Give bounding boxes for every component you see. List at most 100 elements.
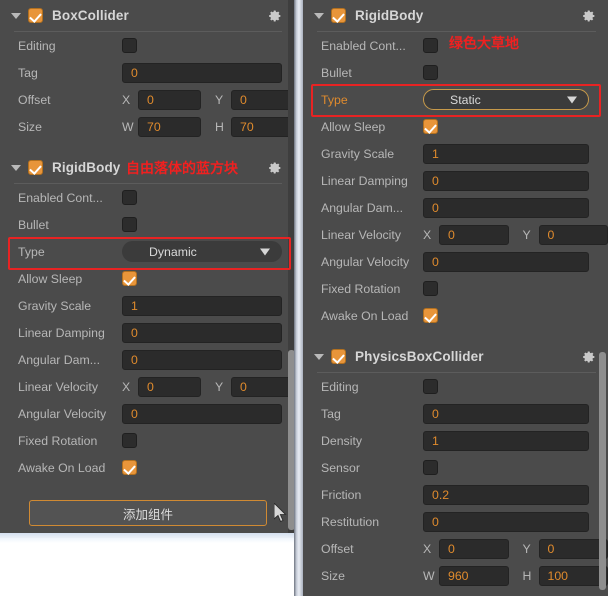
linear-velocity-x-input[interactable]: 0: [439, 224, 509, 245]
component-physicsboxcollider: PhysicsBoxCollider Editing Tag 0 Density…: [303, 341, 608, 589]
gear-icon[interactable]: [269, 9, 282, 22]
property-label: Size: [321, 568, 345, 583]
axis-label-x: X: [423, 227, 432, 242]
editing-checkbox[interactable]: [122, 38, 137, 53]
awake-on-load-checkbox[interactable]: [122, 460, 137, 475]
property-label: Fixed Rotation: [18, 433, 98, 448]
type-dropdown-value: Dynamic: [149, 244, 197, 259]
sensor-checkbox[interactable]: [423, 460, 438, 475]
awake-on-load-checkbox[interactable]: [423, 308, 438, 323]
property-label: Gravity Scale: [321, 146, 395, 161]
linear-damping-input[interactable]: 0: [122, 322, 282, 343]
property-row-editing: Editing: [0, 32, 294, 59]
tag-input[interactable]: 0: [423, 403, 589, 424]
linear-damping-input[interactable]: 0: [423, 170, 589, 191]
gear-icon[interactable]: [583, 350, 596, 363]
tag-input[interactable]: 0: [122, 62, 282, 83]
type-dropdown[interactable]: Static: [423, 89, 589, 110]
axis-label-y: Y: [522, 541, 531, 556]
gravity-scale-input[interactable]: 1: [122, 295, 282, 316]
component-title: PhysicsBoxCollider: [355, 349, 484, 364]
property-label: Offset: [18, 92, 51, 107]
size-h-input[interactable]: 100: [538, 565, 608, 586]
gear-icon[interactable]: [583, 9, 596, 22]
property-label: Sensor: [321, 460, 360, 475]
fixed-rotation-checkbox[interactable]: [122, 433, 137, 448]
bullet-checkbox[interactable]: [122, 217, 137, 232]
property-label: Linear Damping: [321, 173, 408, 188]
property-label: Bullet: [18, 217, 49, 232]
angular-damping-input[interactable]: 0: [122, 349, 282, 370]
property-row-bullet: Bullet: [303, 59, 608, 86]
restitution-input[interactable]: 0: [423, 511, 589, 532]
friction-input[interactable]: 0.2: [423, 484, 589, 505]
type-dropdown[interactable]: Dynamic: [122, 241, 282, 262]
linear-velocity-x-input[interactable]: 0: [138, 376, 201, 397]
property-label: Enabled Cont...: [321, 38, 406, 53]
property-row-allow-sleep: Allow Sleep: [303, 113, 608, 140]
offset-y-input[interactable]: 0: [538, 538, 608, 559]
fixed-rotation-checkbox[interactable]: [423, 281, 438, 296]
offset-x-input[interactable]: 0: [439, 538, 509, 559]
size-w-input[interactable]: 70: [138, 116, 201, 137]
property-label: Linear Velocity: [321, 227, 401, 242]
gravity-scale-input[interactable]: 1: [423, 143, 589, 164]
component-header-physicsboxcollider[interactable]: PhysicsBoxCollider: [303, 341, 608, 372]
collapse-caret-icon[interactable]: [314, 12, 324, 19]
enabled-contacts-checkbox[interactable]: [423, 38, 438, 53]
property-row-fixed-rotation: Fixed Rotation: [0, 427, 294, 454]
property-label: Angular Dam...: [321, 200, 404, 215]
property-row-awake-on-load: Awake On Load: [303, 302, 608, 329]
component-enable-checkbox[interactable]: [28, 8, 43, 23]
linear-velocity-y-input[interactable]: 0: [231, 376, 294, 397]
property-row-angular-damping: Angular Dam... 0: [303, 194, 608, 221]
inspector-screenshot: BoxCollider Editing Tag 0 Offset X 0 Y 0: [0, 0, 608, 596]
component-enable-checkbox[interactable]: [28, 160, 43, 175]
axis-label-w: W: [122, 119, 134, 134]
chevron-down-icon: [260, 248, 270, 255]
component-header-rigidbody[interactable]: RigidBody: [303, 0, 608, 31]
property-label: Editing: [18, 38, 56, 53]
bullet-checkbox[interactable]: [423, 65, 438, 80]
allow-sleep-checkbox[interactable]: [423, 119, 438, 134]
angular-velocity-input[interactable]: 0: [122, 403, 282, 424]
property-row-linear-damping: Linear Damping 0: [303, 167, 608, 194]
property-row-friction: Friction 0.2: [303, 481, 608, 508]
add-component-button[interactable]: 添加组件: [29, 500, 267, 526]
allow-sleep-checkbox[interactable]: [122, 271, 137, 286]
collapse-caret-icon[interactable]: [11, 164, 21, 171]
property-label: Gravity Scale: [18, 298, 92, 313]
angular-damping-input[interactable]: 0: [423, 197, 589, 218]
property-row-restitution: Restitution 0: [303, 508, 608, 535]
size-w-input[interactable]: 960: [439, 565, 509, 586]
collapse-caret-icon[interactable]: [314, 353, 324, 360]
right-panel-scrollbar[interactable]: [599, 352, 606, 590]
panel-divider[interactable]: [294, 0, 303, 596]
property-label: Linear Damping: [18, 325, 105, 340]
gear-icon[interactable]: [269, 161, 282, 174]
left-panel-bottom-fade: [0, 533, 294, 543]
property-label: Tag: [18, 65, 38, 80]
offset-x-input[interactable]: 0: [138, 89, 201, 110]
property-label: Size: [18, 119, 42, 134]
angular-velocity-input[interactable]: 0: [423, 251, 589, 272]
property-label: Linear Velocity: [18, 379, 98, 394]
editing-checkbox[interactable]: [423, 379, 438, 394]
density-input[interactable]: 1: [423, 430, 589, 451]
property-row-type: Type Static: [303, 86, 608, 113]
property-row-linear-damping: Linear Damping 0: [0, 319, 294, 346]
property-label: Type: [321, 92, 348, 107]
component-header-boxcollider[interactable]: BoxCollider: [0, 0, 294, 31]
offset-y-input[interactable]: 0: [231, 89, 294, 110]
property-row-tag: Tag 0: [303, 400, 608, 427]
enabled-contacts-checkbox[interactable]: [122, 190, 137, 205]
component-enable-checkbox[interactable]: [331, 349, 346, 364]
linear-velocity-y-input[interactable]: 0: [538, 224, 608, 245]
size-h-input[interactable]: 70: [231, 116, 294, 137]
axis-label-h: H: [215, 119, 224, 134]
property-label: Type: [18, 244, 45, 259]
property-row-enabled-contacts: Enabled Cont...: [0, 184, 294, 211]
property-row-linear-velocity: Linear Velocity X 0 Y 0: [0, 373, 294, 400]
component-enable-checkbox[interactable]: [331, 8, 346, 23]
collapse-caret-icon[interactable]: [11, 12, 21, 19]
